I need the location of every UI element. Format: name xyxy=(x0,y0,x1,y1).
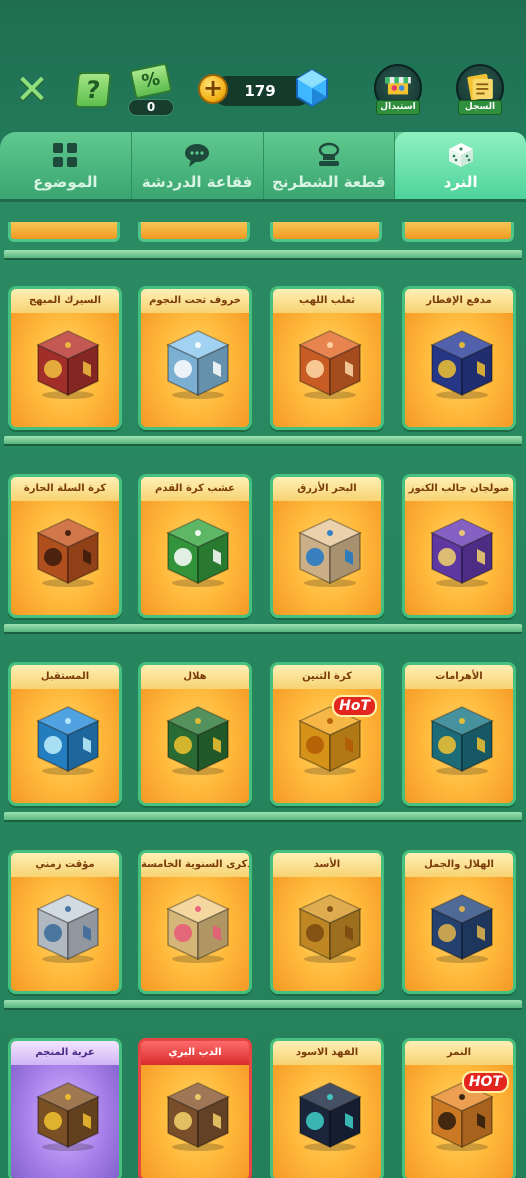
dice-card-name: الدب البري xyxy=(141,1041,249,1065)
exchange-label: استبدال xyxy=(376,100,420,115)
dice-icon xyxy=(166,1082,230,1151)
dice-card[interactable]: الذكرى السنوية الخامسة xyxy=(138,850,252,994)
card-partial xyxy=(8,222,120,242)
dice-icon xyxy=(448,143,473,167)
dice-card[interactable]: كرة التنين HoT xyxy=(270,662,384,806)
chat-bubble-icon xyxy=(185,144,210,167)
dice-card[interactable]: هلال xyxy=(138,662,252,806)
dice-card[interactable]: المستقبل xyxy=(8,662,122,806)
dice-icon xyxy=(36,1082,100,1151)
dice-card[interactable]: الدب البري xyxy=(138,1038,252,1178)
coupon-ticket-icon: % xyxy=(129,62,173,100)
add-gems-button[interactable]: + xyxy=(198,74,228,104)
hot-badge: HoT xyxy=(332,695,377,717)
dice-card[interactable]: صولجان جالب الكنوز xyxy=(402,474,516,618)
dice-icon xyxy=(430,330,494,399)
dice-card[interactable]: السيرك المبهج xyxy=(8,286,122,430)
dice-card-name: خروف تحت النجوم xyxy=(141,289,249,313)
dice-icon xyxy=(166,330,230,399)
dice-icon xyxy=(298,518,362,587)
dice-card-name: عربة المنجم xyxy=(11,1041,119,1065)
help-button[interactable]: ? xyxy=(74,72,112,108)
dice-icon xyxy=(430,518,494,587)
dice-card-name: صولجان جالب الكنوز xyxy=(405,477,513,501)
log-button[interactable]: السجل xyxy=(454,64,506,116)
dice-card-name: الأهرامات xyxy=(405,665,513,689)
dice-icon xyxy=(430,706,494,775)
dice-card[interactable]: كرة السلة الحارة xyxy=(8,474,122,618)
dice-card[interactable]: عشب كرة القدم xyxy=(138,474,252,618)
dice-card-name: السيرك المبهج xyxy=(11,289,119,313)
dice-card-name: ثعلب اللهب xyxy=(273,289,381,313)
top-bar: ✕ ? % 0 + 179 استبدال السجل xyxy=(0,58,526,124)
category-tabs: الموضوع فقاعة الدردشة قطعة الشطرنج النرد xyxy=(0,132,526,202)
dice-icon xyxy=(298,330,362,399)
dice-icon xyxy=(36,706,100,775)
dice-icon xyxy=(166,706,230,775)
dice-icon xyxy=(166,518,230,587)
dice-card-name: الأسد xyxy=(273,853,381,877)
shelf xyxy=(4,812,522,822)
dice-icon xyxy=(36,518,100,587)
dice-card-name: كرة السلة الحارة xyxy=(11,477,119,501)
shelf xyxy=(4,250,522,260)
dice-card-name: الهلال والجمل xyxy=(405,853,513,877)
dice-card-name: كرة التنين xyxy=(273,665,381,689)
tab-chat-bubble[interactable]: فقاعة الدردشة xyxy=(132,132,264,199)
shelf xyxy=(4,436,522,446)
shelf xyxy=(4,1000,522,1010)
dice-card[interactable]: الأسد xyxy=(270,850,384,994)
dice-card-name: الذكرى السنوية الخامسة xyxy=(141,853,249,877)
dice-card-name: الفهد الاسود xyxy=(273,1041,381,1065)
dice-icon xyxy=(166,894,230,963)
gem-icon xyxy=(296,68,328,108)
card-partial xyxy=(402,222,514,242)
dice-card[interactable]: مدفع الإفطار xyxy=(402,286,516,430)
dice-card[interactable]: عربة المنجم xyxy=(8,1038,122,1178)
dice-card-name: النمر xyxy=(405,1041,513,1065)
dice-card-name: البحر الأزرق xyxy=(273,477,381,501)
shelf xyxy=(4,624,522,634)
dice-card-name: المستقبل xyxy=(11,665,119,689)
dice-grid: مدفع الإفطار ثعلب اللهب خروف تحت النجوم الس… xyxy=(0,202,526,1178)
dice-icon xyxy=(298,1082,362,1151)
tab-theme[interactable]: الموضوع xyxy=(0,132,132,199)
tab-theme-label: الموضوع xyxy=(33,173,98,191)
dice-card[interactable]: الأهرامات xyxy=(402,662,516,806)
tab-chess-piece[interactable]: قطعة الشطرنج xyxy=(264,132,396,199)
dice-card[interactable]: خروف تحت النجوم xyxy=(138,286,252,430)
dice-card[interactable]: مؤقت زمني xyxy=(8,850,122,994)
log-label: السجل xyxy=(458,100,502,115)
tab-chat-bubble-label: فقاعة الدردشة xyxy=(141,173,253,191)
tab-chess-piece-label: قطعة الشطرنج xyxy=(272,173,386,191)
dice-icon xyxy=(430,894,494,963)
coupon-counter[interactable]: % 0 xyxy=(128,62,174,116)
grid-icon xyxy=(53,143,78,167)
dice-card-name: هلال xyxy=(141,665,249,689)
chess-piece-icon xyxy=(318,142,340,166)
gem-count: 179 xyxy=(244,82,276,100)
dice-card[interactable]: ثعلب اللهب xyxy=(270,286,384,430)
coupon-count: 0 xyxy=(128,99,174,116)
card-partial xyxy=(270,222,382,242)
dice-icon xyxy=(36,894,100,963)
close-icon[interactable]: ✕ xyxy=(14,70,50,110)
dice-card-name: مؤقت زمني xyxy=(11,853,119,877)
dice-card[interactable]: البحر الأزرق xyxy=(270,474,384,618)
dice-icon xyxy=(298,894,362,963)
tab-dice-label: النرد xyxy=(443,173,478,191)
hot-badge: HOT xyxy=(461,1071,509,1093)
gem-balance: + 179 xyxy=(198,68,328,108)
exchange-button[interactable]: استبدال xyxy=(372,64,424,116)
card-partial xyxy=(138,222,250,242)
dice-card[interactable]: الهلال والجمل xyxy=(402,850,516,994)
dice-card[interactable]: الفهد الاسود xyxy=(270,1038,384,1178)
tab-dice[interactable]: النرد xyxy=(395,132,526,199)
dice-card-name: عشب كرة القدم xyxy=(141,477,249,501)
dice-card-name: مدفع الإفطار xyxy=(405,289,513,313)
help-icon: ? xyxy=(84,76,102,104)
dice-icon xyxy=(36,330,100,399)
dice-card[interactable]: النمر HOT xyxy=(402,1038,516,1178)
